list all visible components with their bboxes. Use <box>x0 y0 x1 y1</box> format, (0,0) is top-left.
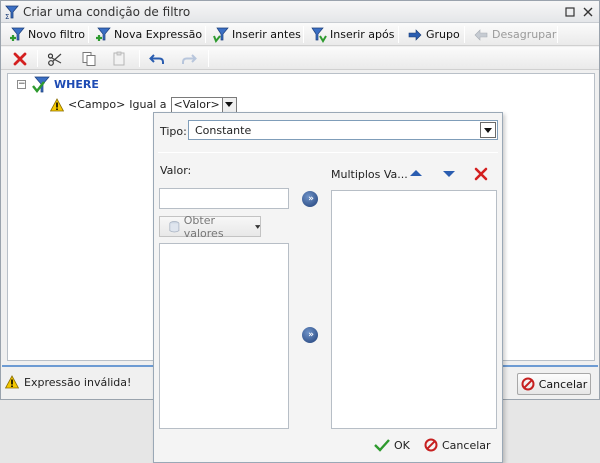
condition-operator[interactable]: Igual a <box>129 98 166 111</box>
copy-button[interactable] <box>81 49 97 68</box>
red-x-icon <box>13 52 27 65</box>
multiple-values-label: Multiplos Va... <box>331 168 408 181</box>
condition-row[interactable]: <Campo> Igual a <Valor> <box>50 96 237 113</box>
redo-button[interactable] <box>181 49 197 68</box>
new-expression-label: Nova Expressão <box>114 28 203 41</box>
sigma-filter-icon: Σ <box>5 5 19 20</box>
insert-after-label: Inserir após <box>330 28 395 41</box>
double-chevron-right-icon: » <box>308 329 314 340</box>
valor-input[interactable] <box>159 188 289 209</box>
cut-button[interactable] <box>47 49 63 68</box>
toolbar-separator <box>88 26 89 43</box>
title-bar: Σ Criar uma condição de filtro <box>1 1 599 23</box>
collapse-toggle[interactable]: − <box>17 80 26 89</box>
warning-icon <box>50 97 64 111</box>
new-expression-icon <box>96 27 111 41</box>
ok-button[interactable]: OK <box>374 438 410 452</box>
delete-button[interactable] <box>12 49 28 68</box>
undo-button[interactable] <box>149 49 165 68</box>
condition-value: <Valor> <box>173 98 220 111</box>
paste-button[interactable] <box>111 49 127 68</box>
svg-text:Σ: Σ <box>5 13 9 20</box>
tipo-label: Tipo: <box>160 125 187 138</box>
valor-label: Valor: <box>160 164 192 177</box>
where-filter-icon <box>32 76 50 93</box>
tipo-value: Constante <box>195 124 252 137</box>
window-title: Criar uma condição de filtro <box>23 5 191 19</box>
status-text: Expressão inválida! <box>24 375 132 389</box>
condition-value-dropdown[interactable]: <Valor> <box>170 96 237 113</box>
move-down-button[interactable] <box>443 171 455 177</box>
divider <box>158 152 498 153</box>
scissors-icon <box>47 52 62 66</box>
undo-icon <box>149 53 164 64</box>
maximize-button[interactable] <box>563 5 577 19</box>
cancel-icon <box>521 377 535 391</box>
available-values-list[interactable] <box>159 243 289 429</box>
checkmark-icon <box>374 439 390 452</box>
condition-field[interactable]: <Campo> <box>68 98 125 111</box>
redo-icon <box>182 53 197 64</box>
chevron-down-icon <box>254 224 260 229</box>
group-arrow-icon <box>408 28 422 41</box>
toolbar-separator <box>139 50 140 67</box>
maximize-icon <box>565 7 575 17</box>
popup-cancel-label: Cancelar <box>442 438 491 452</box>
red-x-icon <box>474 167 488 181</box>
cancel-icon <box>424 438 438 452</box>
toolbar-separator <box>205 26 206 43</box>
insert-after-icon <box>311 27 327 43</box>
new-filter-label: Novo filtro <box>28 28 86 41</box>
toolbar-separator <box>557 26 558 43</box>
get-values-label: Obter valores <box>183 213 224 240</box>
close-icon <box>583 7 593 17</box>
add-value-button[interactable]: » <box>302 191 318 207</box>
main-toolbar: Novo filtro Nova Expressão Inserir antes <box>1 23 599 46</box>
database-icon <box>169 220 180 232</box>
ungroup-button[interactable]: Desagrupar <box>473 25 556 44</box>
ok-label: OK <box>394 438 410 452</box>
main-cancel-button[interactable]: Cancelar <box>517 373 591 395</box>
get-values-button[interactable]: Obter valores <box>159 213 261 240</box>
edit-toolbar <box>1 47 599 70</box>
value-popup: Tipo: Constante Valor: » Obter valores »… <box>153 112 503 463</box>
status-message: Expressão inválida! <box>5 375 131 389</box>
arrow-up-icon <box>410 170 422 176</box>
arrow-down-icon <box>443 171 455 177</box>
new-expression-button[interactable]: Nova Expressão <box>95 25 202 44</box>
toolbar-separator <box>303 26 304 43</box>
toolbar-separator <box>398 26 399 43</box>
insert-before-icon <box>213 27 229 43</box>
insert-before-button[interactable]: Inserir antes <box>213 25 301 44</box>
tipo-dropdown[interactable]: Constante <box>188 120 498 140</box>
group-label: Grupo <box>426 28 460 41</box>
warning-icon <box>5 375 19 389</box>
move-up-button[interactable] <box>410 170 422 176</box>
ungroup-arrow-icon <box>474 28 488 41</box>
toolbar-separator <box>37 50 38 67</box>
chevron-down-icon[interactable] <box>221 97 236 112</box>
copy-icon <box>82 51 96 66</box>
insert-before-label: Inserir antes <box>232 28 301 41</box>
toolbar-separator <box>208 50 209 67</box>
remove-value-button[interactable] <box>474 167 488 181</box>
toolbar-separator <box>464 26 465 43</box>
popup-cancel-button[interactable]: Cancelar <box>424 438 491 452</box>
main-cancel-label: Cancelar <box>538 377 588 391</box>
close-window-button[interactable] <box>581 5 595 19</box>
ungroup-label: Desagrupar <box>492 28 557 41</box>
paste-icon <box>113 51 125 65</box>
double-chevron-right-icon: » <box>308 193 314 204</box>
where-label[interactable]: WHERE <box>54 78 99 91</box>
insert-after-button[interactable]: Inserir após <box>311 25 395 44</box>
new-filter-icon <box>10 27 25 41</box>
move-values-button[interactable]: » <box>302 327 318 343</box>
new-filter-button[interactable]: Novo filtro <box>9 25 85 44</box>
multiple-values-list[interactable] <box>331 190 497 429</box>
group-button[interactable]: Grupo <box>407 25 460 44</box>
chevron-down-icon[interactable] <box>480 122 496 138</box>
